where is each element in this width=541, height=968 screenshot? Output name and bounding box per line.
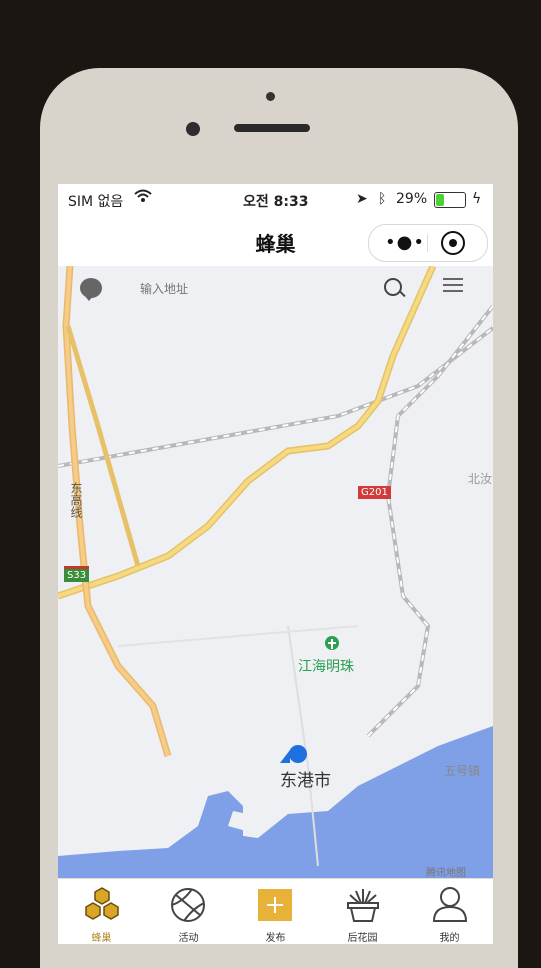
map-canvas (58, 266, 493, 878)
street-2 (117, 625, 359, 647)
charging-icon: ϟ (472, 191, 482, 207)
plant-pot-icon (347, 889, 379, 922)
status-bar: SIM 없음 오전 8:33 ➤ ᛒ 29% ϟ (58, 184, 493, 216)
proximity-sensor (266, 92, 275, 101)
front-camera (186, 122, 200, 136)
road-label: 东高线 (69, 482, 83, 518)
tab-hive[interactable]: 蜂巢 (58, 879, 145, 944)
ball-icon (171, 888, 205, 922)
current-location-dot (289, 745, 307, 763)
list-menu-icon[interactable] (443, 278, 463, 296)
profile-icon (432, 887, 468, 922)
chat-bubble-icon[interactable] (80, 278, 102, 301)
add-post-icon (258, 889, 292, 921)
tab-label: 发布 (265, 933, 286, 944)
battery-level (436, 194, 444, 206)
close-mini-program-icon[interactable] (441, 231, 465, 255)
mini-program-capsule: •●• (368, 224, 488, 262)
tab-publish[interactable]: 发布 (232, 879, 319, 944)
battery-percent: 29% (396, 191, 428, 207)
tab-activity[interactable]: 活动 (145, 879, 232, 944)
bluetooth-icon: ᛒ (378, 191, 387, 207)
map-search-bar (66, 272, 486, 306)
address-search-input[interactable] (138, 278, 382, 300)
tab-label: 后花园 (347, 933, 378, 944)
railway-dash (58, 327, 493, 467)
tab-profile[interactable]: 我的 (406, 879, 493, 944)
route-shield-s33: S33 (64, 566, 90, 582)
tab-garden[interactable]: 后花园 (319, 879, 406, 944)
tab-label: 活动 (178, 933, 199, 944)
map-copyright: 腾讯地图 (426, 868, 466, 879)
tab-label: 蜂巢 (91, 933, 112, 944)
poi-label[interactable]: 江海明珠 (298, 656, 354, 676)
tab-label: 我的 (439, 933, 460, 944)
wifi-icon (134, 189, 152, 207)
town-label: 五号镇 (444, 764, 481, 778)
battery-icon (434, 192, 466, 208)
search-icon[interactable] (384, 278, 402, 296)
map-view[interactable]: 东高线 S33 G201 北汝 江海明珠 东港市 五号镇 腾讯地图 (58, 266, 493, 879)
more-icon[interactable]: •●• (385, 234, 425, 252)
water-area (58, 726, 493, 878)
status-time: 오전 8:33 (243, 194, 309, 210)
earpiece-speaker (234, 124, 310, 132)
nav-bar: 蜂巢 •●• (58, 216, 493, 266)
railway (58, 326, 493, 468)
carrier-label: SIM 없음 (68, 194, 124, 210)
honeycomb-icon (85, 887, 119, 920)
capsule-divider (427, 234, 428, 252)
route-shield-g201: G201 (358, 486, 391, 499)
phone-screen: SIM 없음 오전 8:33 ➤ ᛒ 29% ϟ 蜂巢 •●• 输入地址 东高线… (58, 184, 493, 944)
bottom-tab-bar: 蜂巢 活动 发布 后花园 我的 (58, 878, 493, 944)
heading-arrow-icon (280, 750, 290, 763)
place-label: 北汝 (468, 472, 493, 486)
city-label: 东港市 (280, 771, 331, 791)
location-arrow-icon: ➤ (356, 191, 368, 207)
